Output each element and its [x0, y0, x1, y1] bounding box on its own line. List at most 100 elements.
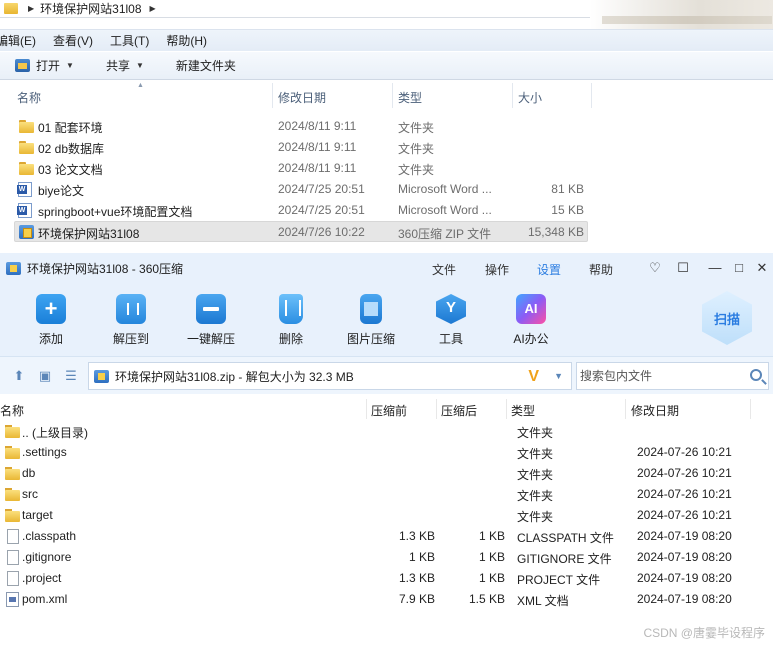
zip-viewer-window: 环境保护网站31l08 - 360压缩 文件 操作 设置 帮助 ♡ ☐ — □ … [0, 253, 773, 647]
menu-help[interactable]: 帮助 [589, 261, 613, 278]
ai-office-label: AI办公 [513, 332, 549, 346]
column-divider[interactable] [392, 83, 393, 108]
minimize-icon[interactable]: — [708, 261, 722, 275]
file-row[interactable]: 01 配套环境 2024/8/11 9:11 文件夹 [14, 116, 588, 137]
archive-row[interactable]: .. (上级目录) 文件夹 [0, 421, 773, 442]
ai-office-button[interactable]: AI办公 [499, 294, 563, 347]
column-size-before[interactable]: 压缩前 [371, 402, 407, 419]
share-button[interactable]: 共享 ▼ [106, 57, 144, 74]
entry-size-after: 1 KB [478, 571, 505, 585]
up-arrow-icon[interactable]: ⬆ [12, 369, 26, 383]
file-date: 2024/7/26 10:22 [278, 225, 365, 239]
column-size-after[interactable]: 压缩后 [441, 402, 477, 419]
chevron-down-icon: ▼ [66, 61, 74, 70]
file-row-selected[interactable]: 环境保护网站31l08 2024/7/26 10:22 360压缩 ZIP 文件… [14, 221, 588, 242]
entry-size-after: 1 KB [478, 529, 505, 543]
feedback-icon[interactable]: ☐ [676, 261, 690, 275]
file-size: 81 KB [551, 182, 584, 196]
address-path[interactable]: 环境保护网站31l08 [40, 0, 141, 17]
column-divider[interactable] [506, 399, 507, 419]
archive-row[interactable]: .classpath 1.3 KB 1 KB CLASSPATH 文件 2024… [0, 526, 773, 547]
menu-help[interactable]: 帮助(H) [166, 32, 207, 49]
file-size: 15,348 KB [527, 225, 584, 239]
column-name[interactable]: 名称 [17, 89, 41, 106]
window-title: 环境保护网站31l08 - 360压缩 [27, 262, 184, 276]
column-divider[interactable] [750, 399, 751, 419]
archive-row[interactable]: pom.xml 7.9 KB 1.5 KB XML 文档 2024-07-19 … [0, 589, 773, 610]
file-date: 2024/7/25 20:51 [278, 203, 365, 217]
file-row[interactable]: 02 db数据库 2024/8/11 9:11 文件夹 [14, 137, 588, 158]
chevron-down-icon[interactable]: ▼ [554, 371, 563, 381]
list-view-icon[interactable]: ☰ [64, 369, 78, 383]
entry-size-before: 1.3 KB [398, 571, 435, 585]
archive-row[interactable]: db 文件夹 2024-07-26 10:21 [0, 463, 773, 484]
menu-file[interactable]: 文件 [432, 261, 456, 278]
image-compress-button[interactable]: 图片压缩 [339, 294, 403, 347]
skin-icon[interactable]: ♡ [648, 261, 662, 275]
archive-row[interactable]: src 文件夹 2024-07-26 10:21 [0, 484, 773, 505]
archive-path-box[interactable]: 环境保护网站31l08.zip - 解包大小为 32.3 MB V ▼ [88, 362, 572, 390]
entry-type: 文件夹 [517, 489, 554, 503]
menu-settings[interactable]: 设置 [537, 261, 561, 278]
entry-type: 文件夹 [517, 426, 554, 440]
archive-row[interactable]: .settings 文件夹 2024-07-26 10:21 [0, 442, 773, 463]
close-icon[interactable]: ✕ [755, 261, 769, 275]
column-date[interactable]: 修改日期 [631, 402, 679, 419]
entry-size-before: 1.3 KB [398, 529, 435, 543]
menu-view[interactable]: 查看(V) [53, 32, 93, 49]
menu-tools[interactable]: 工具(T) [110, 32, 149, 49]
column-divider[interactable] [366, 399, 367, 419]
column-divider[interactable] [272, 83, 273, 108]
delete-label: 删除 [278, 332, 303, 346]
file-icon [7, 529, 19, 544]
scan-label: 扫描 [713, 312, 740, 327]
maximize-icon[interactable]: □ [732, 261, 746, 275]
column-type[interactable]: 类型 [398, 89, 422, 106]
watermark-text: CSDN @唐霎毕设程序 [643, 626, 765, 640]
column-divider[interactable] [512, 83, 513, 108]
new-folder-button[interactable]: 新建文件夹 [176, 57, 236, 74]
one-click-extract-button[interactable]: 一键解压 [179, 294, 243, 347]
entry-name: src [22, 487, 38, 501]
tools-button[interactable]: 工具 [419, 294, 483, 347]
entry-type: PROJECT 文件 [517, 573, 601, 587]
entry-name: .settings [22, 445, 67, 459]
image-compress-icon [360, 294, 382, 324]
chevron-right-icon[interactable]: ▶ [28, 4, 34, 13]
column-date[interactable]: 修改日期 [278, 89, 326, 106]
search-input[interactable] [577, 363, 737, 389]
column-divider[interactable] [625, 399, 626, 419]
file-name: 02 db数据库 [38, 142, 105, 156]
menu-edit[interactable]: 编辑(E) [0, 32, 36, 49]
archive-row[interactable]: .gitignore 1 KB 1 KB GITIGNORE 文件 2024-0… [0, 547, 773, 568]
verified-v-icon[interactable]: V [528, 368, 539, 386]
delete-button[interactable]: 删除 [259, 294, 323, 347]
ribbon-toolbar: 添加 解压到 一键解压 删除 图片压缩 工具 AI办公 [0, 284, 773, 356]
address-bar[interactable]: ▶ 环境保护网站31l08 ▶ [0, 0, 590, 18]
word-doc-icon [17, 203, 32, 218]
column-type[interactable]: 类型 [511, 402, 535, 419]
extract-to-button[interactable]: 解压到 [99, 294, 163, 347]
tools-icon [436, 294, 466, 324]
archive-search-box[interactable] [576, 362, 769, 390]
open-button[interactable]: 打开 ▼ [0, 57, 74, 74]
folder-icon [4, 3, 18, 14]
menu-operation[interactable]: 操作 [485, 261, 509, 278]
open-icon [15, 59, 30, 72]
file-type: Microsoft Word ... [398, 182, 492, 196]
add-button[interactable]: 添加 [19, 294, 83, 347]
entry-date: 2024-07-19 08:20 [637, 571, 732, 585]
thumbnail-view-icon[interactable]: ▣ [38, 369, 52, 383]
column-divider[interactable] [436, 399, 437, 419]
archive-row[interactable]: target 文件夹 2024-07-26 10:21 [0, 505, 773, 526]
column-name[interactable]: 名称 [0, 402, 24, 419]
column-size[interactable]: 大小 [518, 89, 542, 106]
file-row[interactable]: springboot+vue环境配置文档 2024/7/25 20:51 Mic… [14, 200, 588, 221]
file-row[interactable]: biye论文 2024/7/25 20:51 Microsoft Word ..… [14, 179, 588, 200]
archive-row[interactable]: .project 1.3 KB 1 KB PROJECT 文件 2024-07-… [0, 568, 773, 589]
chevron-right-icon[interactable]: ▶ [150, 4, 156, 13]
search-icon[interactable] [750, 369, 762, 381]
file-row[interactable]: 03 论文文档 2024/8/11 9:11 文件夹 [14, 158, 588, 179]
column-divider[interactable] [591, 83, 592, 108]
file-name: 环境保护网站31l08 [38, 227, 140, 241]
